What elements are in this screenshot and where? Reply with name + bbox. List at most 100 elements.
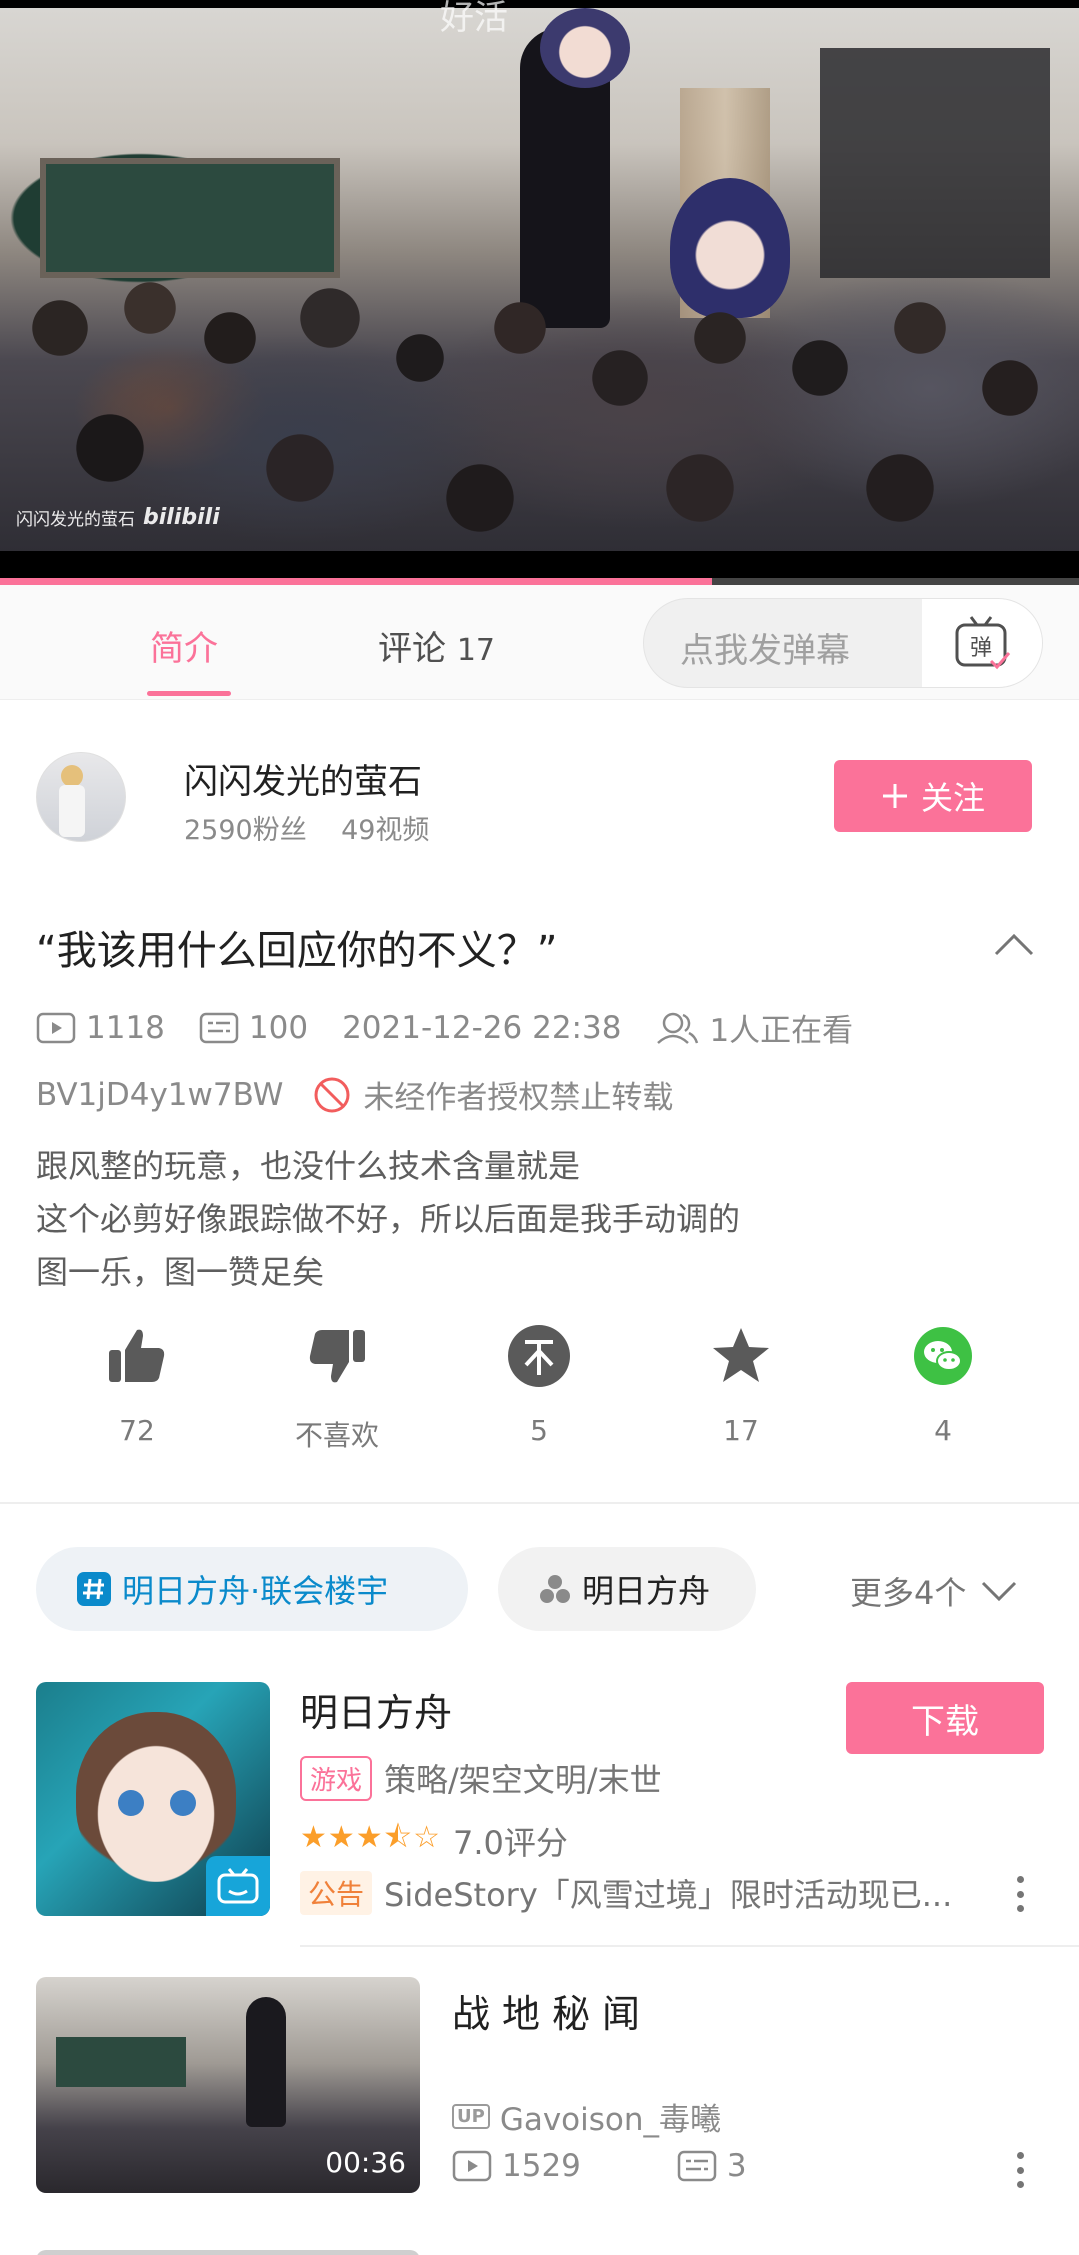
hashtag-icon bbox=[77, 1572, 111, 1606]
follow-label: 关注 bbox=[920, 779, 985, 817]
video-duration: 00:36 bbox=[325, 2146, 406, 2179]
avatar-head bbox=[61, 765, 83, 787]
blackboard bbox=[40, 158, 340, 278]
tab-comments[interactable]: 评论 17 bbox=[378, 621, 495, 670]
forbidden-icon bbox=[314, 1077, 350, 1112]
favorite-count: 17 bbox=[723, 1414, 759, 1447]
rating-stars-icon: ★★★⯪☆ bbox=[300, 1820, 441, 1855]
game-category: 游戏 策略/架空文明/末世 bbox=[300, 1755, 662, 1801]
tag-activity-label: 明日方舟·联会楼宇 bbox=[122, 1572, 389, 1610]
tag-channel[interactable]: 明日方舟 bbox=[498, 1547, 756, 1631]
more-tags-label: 更多4个 bbox=[850, 1574, 967, 1612]
tag-channel-label: 明日方舟 bbox=[582, 1572, 711, 1610]
danmaku-input[interactable]: 点我发弹幕 弹 bbox=[643, 598, 1043, 688]
danmaku-stat: 100 bbox=[199, 1010, 308, 1046]
related-video-thumbnail[interactable]: 00:36 bbox=[36, 1977, 420, 2193]
section-divider bbox=[0, 1502, 1079, 1504]
related-stats: 1529 3 bbox=[452, 2148, 843, 2184]
follow-button[interactable]: 关注 bbox=[834, 760, 1032, 832]
avatar-body bbox=[59, 785, 85, 837]
danmaku-tv-icon: 弹 bbox=[955, 616, 1011, 670]
uploader-fans: 2590粉丝 bbox=[184, 815, 307, 846]
dislike-label: 不喜欢 bbox=[294, 1419, 379, 1452]
like-count: 72 bbox=[119, 1414, 155, 1447]
chevron-up-icon[interactable] bbox=[992, 930, 1036, 960]
game-notice[interactable]: 公告 SideStory「风雪过境」限时活动现已... bbox=[300, 1870, 1040, 1916]
views-stat: 1118 bbox=[36, 1010, 165, 1046]
thumb-figure bbox=[246, 1997, 286, 2127]
svg-text:弹: 弹 bbox=[970, 636, 992, 661]
like-button[interactable]: 72 bbox=[77, 1320, 197, 1447]
window bbox=[820, 48, 1050, 278]
repost-warning: 未经作者授权禁止转载 bbox=[313, 1072, 673, 1117]
related-video-title[interactable]: 战地秘闻 bbox=[452, 1983, 652, 2038]
video-progress-fill bbox=[0, 578, 713, 585]
more-tags-button[interactable]: 更多4个 bbox=[850, 1568, 1018, 1614]
tv-glyph bbox=[217, 1868, 259, 1904]
anime-sticker-1 bbox=[540, 8, 630, 88]
dislike-button[interactable]: 不喜欢 bbox=[277, 1320, 397, 1454]
plus-icon bbox=[882, 784, 907, 808]
related-danmaku: 3 bbox=[677, 2148, 747, 2184]
share-button[interactable]: 4 bbox=[883, 1320, 1003, 1447]
watching-count: 1人正在看 bbox=[709, 1013, 854, 1049]
uploader-avatar[interactable] bbox=[36, 752, 126, 842]
video-title: “我该用什么回应你的不义？” bbox=[36, 928, 558, 974]
bvid[interactable]: BV1jD4y1w7BW bbox=[36, 1077, 283, 1113]
thumb-blackboard bbox=[56, 2037, 186, 2087]
card-divider bbox=[300, 1945, 1079, 1947]
next-item-peek bbox=[36, 2250, 420, 2255]
bilibili-logo: bilibili bbox=[143, 505, 220, 530]
thumbs-up-icon bbox=[109, 1329, 165, 1382]
video-description: 跟风整的玩意，也没什么技术含量就是 这个必剪好像跟踪做不好，所以后面是我手动调的… bbox=[36, 1140, 740, 1299]
character-eye bbox=[118, 1790, 144, 1816]
tab-intro[interactable]: 简介 bbox=[150, 621, 218, 670]
notice-text: SideStory「风雪过境」限时活动现已... bbox=[384, 1876, 953, 1914]
rating-text: 7.0评分 bbox=[453, 1823, 568, 1862]
video-watermark: 闪闪发光的萤石 bilibili bbox=[16, 505, 220, 530]
notice-badge: 公告 bbox=[300, 1871, 373, 1915]
coin-button[interactable]: 5 bbox=[479, 1320, 599, 1447]
chevron-down-icon bbox=[982, 1581, 1017, 1602]
views-count: 1118 bbox=[86, 1009, 165, 1046]
uploader-stats: 2590粉丝 49视频 bbox=[184, 808, 429, 847]
watermark-text: 闪闪发光的萤石 bbox=[16, 510, 135, 530]
related-more-icon[interactable] bbox=[1015, 2152, 1025, 2188]
wechat-icon bbox=[914, 1327, 972, 1385]
up-badge-icon: UP bbox=[452, 2104, 490, 2129]
tab-comments-count: 17 bbox=[456, 633, 495, 668]
play-count-icon bbox=[36, 1012, 76, 1043]
channel-icon bbox=[540, 1575, 570, 1603]
danmaku-toggle-button[interactable]: 弹 bbox=[922, 599, 1042, 687]
viewers-icon bbox=[657, 1012, 699, 1044]
related-uploader: UP Gavoison_毒曦 bbox=[452, 2094, 721, 2139]
description-line: 图一乐，图一赞足矣 bbox=[36, 1253, 325, 1291]
video-progress-bar[interactable] bbox=[0, 578, 1079, 585]
danmaku-count-icon bbox=[677, 2150, 717, 2182]
related-views: 1529 bbox=[452, 2148, 581, 2184]
danmaku-text: 好活 bbox=[440, 0, 508, 38]
video-meta: 1118 100 2021-12-26 22:38 1人正在看 bbox=[36, 1005, 887, 1050]
thumbs-down-icon bbox=[309, 1330, 365, 1383]
game-category-text: 策略/架空文明/末世 bbox=[384, 1761, 662, 1799]
publish-date: 2021-12-26 22:38 bbox=[342, 1009, 622, 1046]
game-badge: 游戏 bbox=[300, 1755, 373, 1801]
related-danmaku-count: 3 bbox=[726, 2148, 747, 2184]
game-name[interactable]: 明日方舟 bbox=[300, 1682, 452, 1737]
tab-active-indicator bbox=[147, 691, 231, 696]
coin-count: 5 bbox=[530, 1414, 548, 1447]
description-line: 这个必剪好像跟踪做不好，所以后面是我手动调的 bbox=[36, 1200, 741, 1238]
video-player[interactable]: 好活 闪闪发光的萤石 bilibili bbox=[0, 0, 1079, 585]
uploader-videos: 49视频 bbox=[341, 815, 430, 846]
download-button[interactable]: 下载 bbox=[846, 1682, 1044, 1754]
bvid-row: BV1jD4y1w7BW 未经作者授权禁止转载 bbox=[36, 1072, 673, 1117]
watching-stat: 1人正在看 bbox=[655, 1005, 853, 1050]
uploader-name[interactable]: 闪闪发光的萤石 bbox=[184, 754, 422, 803]
favorite-button[interactable]: 17 bbox=[681, 1320, 801, 1447]
game-more-icon[interactable] bbox=[1015, 1876, 1025, 1912]
tag-activity[interactable]: 明日方舟·联会楼宇 bbox=[36, 1547, 468, 1631]
game-cover-image[interactable] bbox=[36, 1682, 270, 1916]
star-icon bbox=[713, 1328, 769, 1382]
related-uploader-name: Gavoison_毒曦 bbox=[499, 2102, 722, 2138]
related-views-count: 1529 bbox=[502, 2148, 581, 2184]
